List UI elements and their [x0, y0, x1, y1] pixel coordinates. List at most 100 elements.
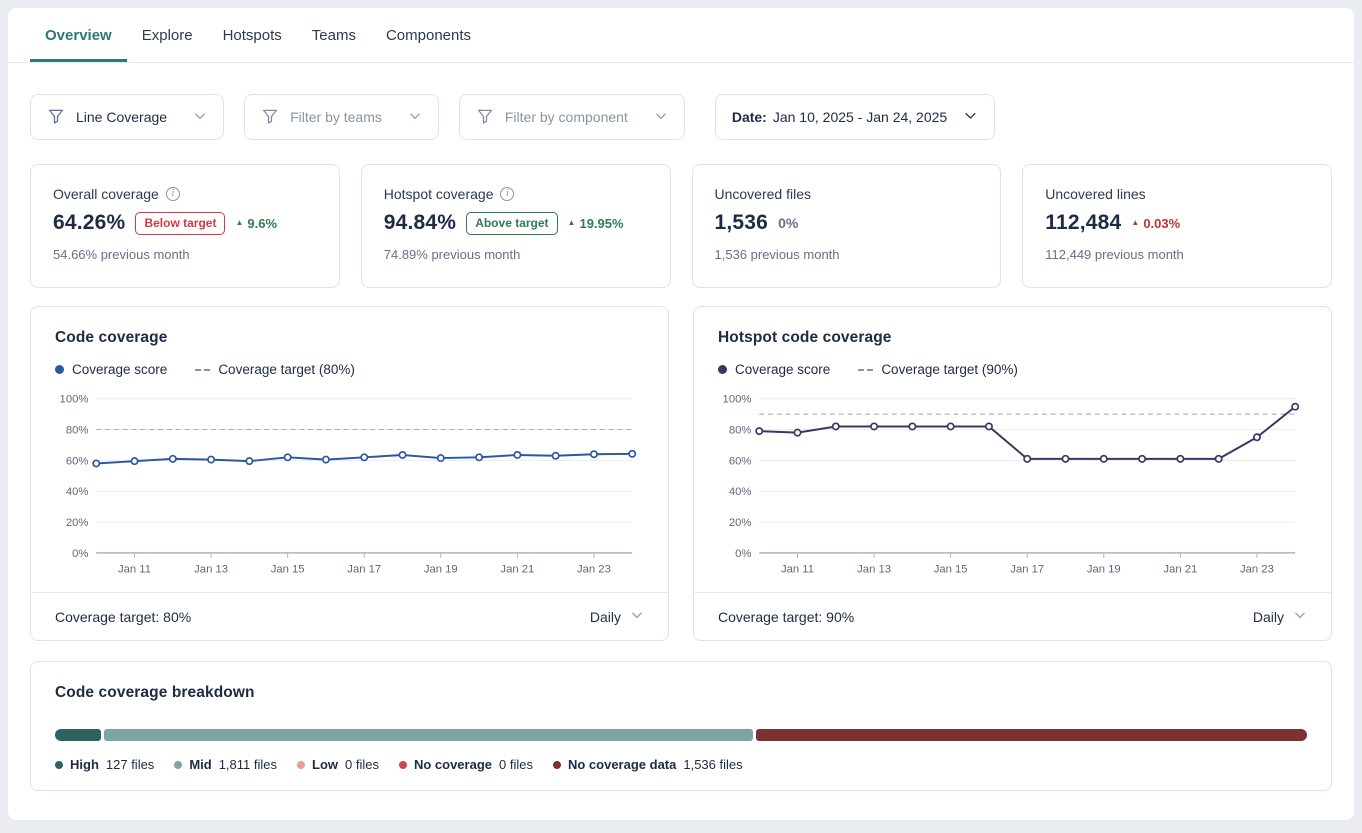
stat-title: Uncovered files	[715, 186, 812, 202]
legend-item-coverage-target: Coverage target (80%)	[195, 362, 355, 377]
svg-text:Jan 19: Jan 19	[1087, 563, 1121, 575]
svg-text:100%: 100%	[60, 394, 89, 406]
breakdown-legend-item: No coverage data1,536 files	[553, 757, 743, 772]
stat-card-uncovered-lines: Uncovered lines 112,484 ▲ 0.03% 112,449 …	[1022, 164, 1332, 288]
svg-text:0%: 0%	[735, 548, 751, 560]
svg-text:Jan 19: Jan 19	[424, 563, 458, 575]
svg-text:80%: 80%	[66, 424, 89, 436]
dashboard-panel: OverviewExploreHotspotsTeamsComponents L…	[8, 8, 1354, 820]
funnel-icon	[47, 107, 65, 128]
interval-dropdown[interactable]: Daily	[1253, 608, 1307, 625]
funnel-icon	[261, 107, 279, 128]
hotspot-coverage-chart-card: Hotspot code coverage Coverage score Cov…	[693, 306, 1332, 641]
legend-dash-icon	[195, 369, 210, 371]
tab-overview[interactable]: Overview	[30, 8, 127, 62]
legend-dot-icon	[174, 761, 182, 769]
code-coverage-breakdown-card: Code coverage breakdown High127 files Mid…	[30, 661, 1332, 791]
svg-text:Jan 13: Jan 13	[194, 563, 228, 575]
funnel-icon	[476, 107, 494, 128]
status-badge: Below target	[135, 212, 225, 235]
charts-row: Code coverage Coverage score Coverage ta…	[8, 288, 1354, 641]
chevron-down-icon	[963, 108, 978, 126]
breakdown-title: Code coverage breakdown	[55, 684, 1307, 702]
breakdown-legend-item: Mid1,811 files	[174, 757, 277, 772]
svg-text:Jan 17: Jan 17	[347, 563, 381, 575]
hotspot-coverage-line-chart: 0%20%40%60%80%100%Jan 11Jan 13Jan 15Jan …	[718, 385, 1307, 586]
tab-teams[interactable]: Teams	[297, 8, 371, 62]
svg-text:Jan 15: Jan 15	[271, 563, 305, 575]
date-range-value: Jan 10, 2025 - Jan 24, 2025	[773, 109, 947, 125]
stat-card-uncovered-files: Uncovered files 1,536 0% 1,536 previous …	[692, 164, 1002, 288]
svg-text:40%: 40%	[66, 486, 89, 498]
svg-text:Jan 21: Jan 21	[500, 563, 534, 575]
code-coverage-chart-card: Code coverage Coverage score Coverage ta…	[30, 306, 669, 641]
status-badge: Above target	[466, 212, 557, 235]
top-tab-bar: OverviewExploreHotspotsTeamsComponents	[8, 8, 1354, 63]
stat-value: 64.26%	[53, 211, 125, 235]
legend-dash-icon	[858, 369, 873, 371]
chart-legend: Coverage score Coverage target (80%)	[55, 362, 644, 377]
info-icon[interactable]: i	[166, 187, 180, 201]
breakdown-legend: High127 files Mid1,811 files Low0 files No …	[55, 757, 1307, 772]
legend-dot-icon	[553, 761, 561, 769]
legend-item-coverage-score: Coverage score	[718, 362, 830, 377]
stat-card-overall-coverage: Overall coverage i 64.26% Below target ▲…	[30, 164, 340, 288]
breakdown-segment-mid	[104, 729, 754, 741]
legend-dot-icon	[718, 365, 727, 374]
component-filter-placeholder: Filter by component	[505, 109, 628, 125]
svg-text:20%: 20%	[729, 517, 752, 529]
svg-text:Jan 21: Jan 21	[1163, 563, 1197, 575]
previous-month-text: 1,536 previous month	[715, 247, 979, 262]
teams-filter-dropdown[interactable]: Filter by teams	[244, 94, 439, 140]
code-coverage-line-chart: 0%20%40%60%80%100%Jan 11Jan 13Jan 15Jan …	[55, 385, 644, 586]
metric-filter-label: Line Coverage	[76, 109, 167, 125]
svg-text:Jan 11: Jan 11	[781, 563, 814, 575]
previous-month-text: 74.89% previous month	[384, 247, 648, 262]
legend-dot-icon	[297, 761, 305, 769]
filter-bar: Line Coverage Filter by teams Filter by …	[8, 63, 1354, 140]
date-range-dropdown[interactable]: Date: Jan 10, 2025 - Jan 24, 2025	[715, 94, 995, 140]
legend-dot-icon	[399, 761, 407, 769]
svg-text:Jan 23: Jan 23	[1240, 563, 1274, 575]
coverage-target-text: Coverage target: 80%	[55, 609, 191, 625]
legend-dot-icon	[55, 365, 64, 374]
stat-value: 94.84%	[384, 211, 456, 235]
delta-indicator: ▲ 19.95%	[568, 216, 624, 231]
svg-text:Jan 17: Jan 17	[1010, 563, 1044, 575]
svg-text:60%: 60%	[729, 455, 752, 467]
teams-filter-placeholder: Filter by teams	[290, 109, 382, 125]
breakdown-legend-item: High127 files	[55, 757, 154, 772]
breakdown-segment-no-coverage-data	[756, 729, 1307, 741]
svg-text:100%: 100%	[723, 394, 752, 406]
tab-components[interactable]: Components	[371, 8, 486, 62]
breakdown-legend-item: Low0 files	[297, 757, 379, 772]
info-icon[interactable]: i	[500, 187, 514, 201]
chevron-down-icon	[630, 608, 644, 625]
interval-dropdown[interactable]: Daily	[590, 608, 644, 625]
chart-title: Code coverage	[55, 329, 644, 347]
legend-dot-icon	[55, 761, 63, 769]
arrow-up-icon: ▲	[568, 219, 576, 227]
metric-filter-dropdown[interactable]: Line Coverage	[30, 94, 224, 140]
stat-title: Uncovered lines	[1045, 186, 1145, 202]
breakdown-legend-item: No coverage0 files	[399, 757, 533, 772]
svg-text:Jan 15: Jan 15	[934, 563, 968, 575]
component-filter-dropdown[interactable]: Filter by component	[459, 94, 685, 140]
legend-item-coverage-score: Coverage score	[55, 362, 167, 377]
delta-indicator: 0%	[778, 215, 798, 231]
stat-value: 1,536	[715, 211, 769, 235]
breakdown-stacked-bar	[55, 729, 1307, 741]
stat-value: 112,484	[1045, 211, 1121, 235]
tab-hotspots[interactable]: Hotspots	[208, 8, 297, 62]
chevron-down-icon	[408, 109, 422, 126]
tab-explore[interactable]: Explore	[127, 8, 208, 62]
chart-legend: Coverage score Coverage target (90%)	[718, 362, 1307, 377]
chart-title: Hotspot code coverage	[718, 329, 1307, 347]
chevron-down-icon	[193, 109, 207, 126]
previous-month-text: 112,449 previous month	[1045, 247, 1309, 262]
chevron-down-icon	[654, 109, 668, 126]
svg-text:Jan 11: Jan 11	[118, 563, 151, 575]
legend-item-coverage-target: Coverage target (90%)	[858, 362, 1018, 377]
svg-text:80%: 80%	[729, 424, 752, 436]
arrow-up-icon: ▲	[235, 219, 243, 227]
